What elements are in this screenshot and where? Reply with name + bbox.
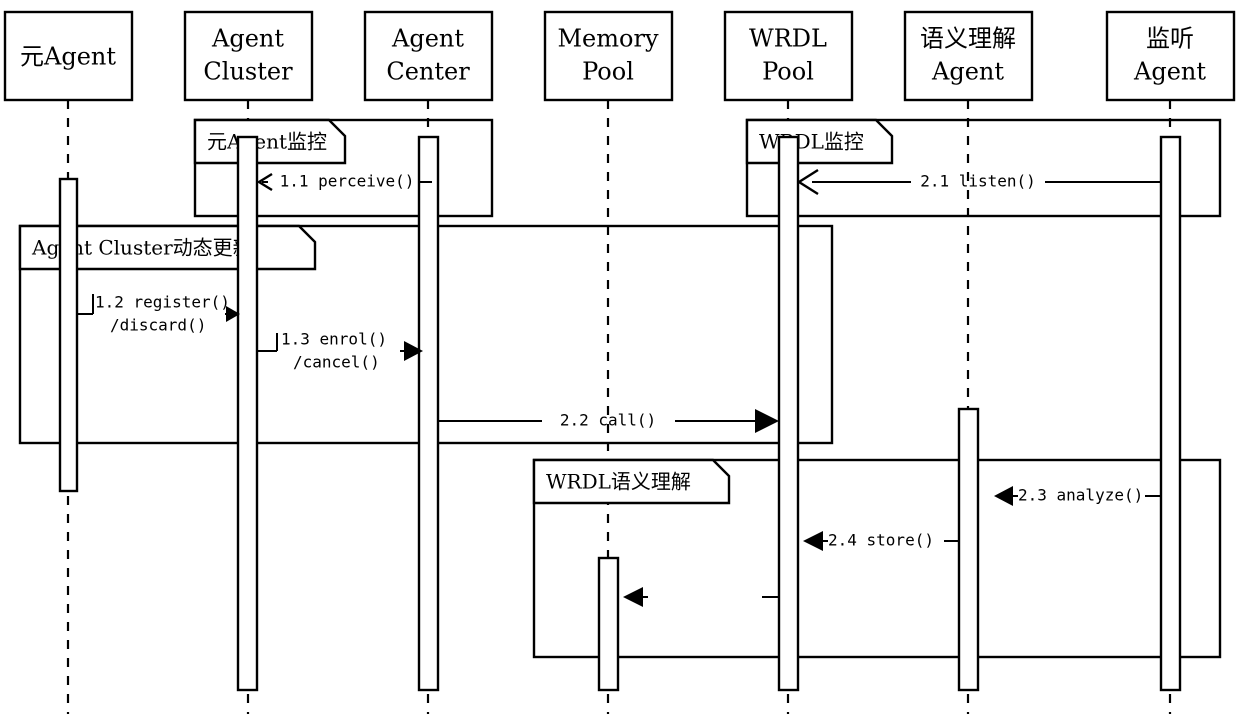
lifeline-head-wrdl-pool-label-line2: Pool	[762, 58, 814, 86]
fragment-wrdl-monitor-label: WRDL监控	[759, 130, 864, 154]
message-2-4-arrowhead	[623, 587, 643, 607]
fragment-meta-agent-monitor-label: 元Agent监控	[207, 130, 327, 154]
activation-bar-memory-pool	[597, 556, 620, 692]
lifeline-head-memory-pool-label-line2: Pool	[582, 58, 634, 86]
message-1-1: 1.1 perceive()	[256, 172, 432, 192]
message-2-2-label: 2.3 analyze()	[1018, 486, 1143, 505]
message-1-1-label: 1.1 perceive()	[280, 172, 415, 191]
lifeline-head-semantic-agent[interactable]: 语义理解 Agent	[903, 10, 1034, 102]
message-1-3: 1.3 enrol() /cancel()	[257, 330, 423, 372]
lifeline-head-semantic-agent-label-line1: 语义理解	[920, 25, 1016, 53]
sequence-diagram-canvas: 元Agent监控 WRDL监控 Agent Cluster动态更新 WRDL语义…	[0, 0, 1239, 716]
lifeline-head-wrdl-pool-label-line1: WRDL	[749, 25, 827, 53]
message-1-3-label-line1: 1.3 enrol()	[281, 330, 387, 349]
lifeline-heads: 元Agent Agent Cluster Agent Center Memory…	[3, 10, 1236, 102]
message-2-2-arrowhead	[994, 486, 1013, 506]
message-2-4	[623, 587, 779, 607]
fragment-wrdl-semantic-label: WRDL语义理解	[546, 470, 691, 494]
lifeline-head-agent-cluster-label-line1: Agent	[211, 25, 284, 53]
activation-bar-agent-cluster	[236, 135, 259, 692]
lifeline-head-agent-center-label-line2: Center	[386, 58, 470, 86]
activation-bar-semantic-agent	[957, 407, 980, 692]
lifeline-head-listen-agent[interactable]: 监听 Agent	[1105, 10, 1236, 102]
lifeline-head-semantic-agent-label-line2: Agent	[931, 58, 1004, 86]
message-1-4-label: 2.2 call()	[560, 411, 656, 430]
message-1-2-label-line1: 1.2 register()	[95, 293, 230, 312]
message-1-4-arrowhead	[755, 409, 779, 433]
message-2-2: 2.3 analyze()	[994, 486, 1161, 506]
message-2-3-arrowhead	[803, 531, 823, 551]
activation-bar-agent-center	[417, 135, 440, 692]
message-1-2: 1.2 register() /discard()	[77, 293, 240, 335]
fragments: 元Agent监控 WRDL监控 Agent Cluster动态更新 WRDL语义…	[18, 118, 1222, 659]
message-2-3: 2.4 store()	[803, 531, 959, 551]
lifeline-head-agent-center-label-line1: Agent	[391, 25, 464, 53]
lifeline-head-listen-agent-label-line1: 监听	[1146, 25, 1194, 53]
lifeline-head-memory-pool-label-line1: Memory	[557, 25, 658, 53]
lifeline-head-memory-pool[interactable]: Memory Pool	[543, 10, 674, 102]
lifeline-head-agent-center[interactable]: Agent Center	[363, 10, 494, 102]
message-2-1-label: 2.1 listen()	[920, 172, 1036, 191]
lifeline-head-wrdl-pool[interactable]: WRDL Pool	[723, 10, 854, 102]
lifeline-head-agent-cluster-label-line2: Cluster	[203, 58, 293, 86]
message-2-3-label: 2.4 store()	[828, 531, 934, 550]
sequence-diagram-svg: 元Agent监控 WRDL监控 Agent Cluster动态更新 WRDL语义…	[3, 10, 1236, 714]
lifeline-head-meta-agent[interactable]: 元Agent	[3, 10, 134, 102]
fragment-wrdl-monitor: WRDL监控	[745, 118, 1222, 218]
activation-bar-listen-agent	[1159, 135, 1182, 692]
message-2-1: 2.1 listen()	[796, 168, 1161, 196]
lifeline-head-listen-agent-label-line2: Agent	[1133, 58, 1206, 86]
lifeline-head-agent-cluster[interactable]: Agent Cluster	[183, 10, 314, 102]
lifeline-head-meta-agent-label-line1: 元Agent	[20, 43, 116, 71]
message-1-2-label-line2: /discard()	[110, 316, 206, 335]
message-1-3-label-line2: /cancel()	[293, 353, 380, 372]
message-1-4: 2.2 call()	[438, 409, 779, 433]
activation-bar-wrdl-pool	[777, 135, 800, 692]
activation-bar-meta-agent	[58, 177, 79, 493]
